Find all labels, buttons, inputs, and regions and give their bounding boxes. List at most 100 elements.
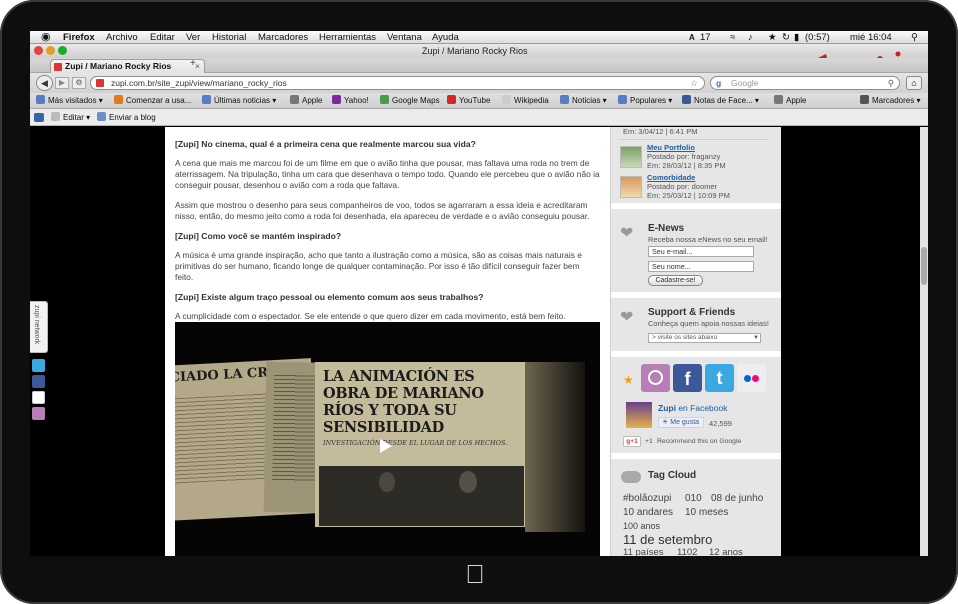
- minimize-window-button[interactable]: [46, 46, 55, 55]
- fb-page-name[interactable]: Zupi: [658, 403, 676, 413]
- friends-select[interactable]: > visite os sites abaixo ▼: [648, 333, 761, 343]
- new-tab-button[interactable]: +: [190, 58, 196, 69]
- clock[interactable]: mié 16:04: [850, 31, 892, 44]
- menu-app-name[interactable]: Firefox: [63, 31, 95, 44]
- edit-button[interactable]: Editar ▾: [51, 109, 90, 126]
- twitter-big-icon[interactable]: t: [705, 364, 734, 392]
- bookmark-notas-facebook[interactable]: Notas de Face... ▾: [682, 93, 759, 109]
- heart-icon: ❤: [620, 309, 634, 326]
- newspaper-subhead: INVESTIGACIÓN DESDE EL LUGAR DE LOS HECH…: [323, 439, 508, 447]
- subscribe-button[interactable]: Cadastre-se!: [648, 275, 703, 286]
- avatar[interactable]: [620, 176, 642, 198]
- menu-marcadores[interactable]: Marcadores: [258, 31, 308, 44]
- tag-link[interactable]: 010: [685, 493, 702, 504]
- twitter-icon[interactable]: [32, 359, 45, 372]
- zupi-network-tab[interactable]: zupi network: [30, 301, 48, 353]
- battery-icon[interactable]: ▮: [794, 31, 799, 44]
- bookmark-comenzar[interactable]: Comenzar a usa...: [114, 93, 191, 109]
- close-window-button[interactable]: [34, 46, 43, 55]
- bookmarks-menu[interactable]: Marcadores ▾: [860, 93, 921, 109]
- fb-en-facebook[interactable]: en Facebook: [678, 403, 727, 413]
- tag-link[interactable]: 1102: [677, 547, 697, 556]
- bookmark-google-maps[interactable]: Google Maps: [380, 93, 440, 109]
- sync-icon[interactable]: ↻: [782, 31, 790, 44]
- bookmarks-icon: [860, 95, 869, 104]
- tab-label: Zupi / Mariano Rocky Rios: [65, 61, 172, 71]
- zoom-window-button[interactable]: [58, 46, 67, 55]
- flickr-icon[interactable]: [32, 391, 45, 404]
- tab-bar: Zupi / Mariano Rocky Rios × +: [30, 58, 928, 73]
- scrollbar-thumb[interactable]: [921, 247, 927, 285]
- forward-button[interactable]: ▶: [55, 77, 69, 89]
- bluetooth-icon[interactable]: ★: [768, 31, 777, 44]
- flickr-big-icon[interactable]: [737, 364, 766, 392]
- menu-archivo[interactable]: Archivo: [106, 31, 138, 44]
- facebook-icon[interactable]: [32, 375, 45, 388]
- sidebar: Em: 3/04/12 | 6:41 PM Meu Portfolio Post…: [610, 127, 782, 556]
- bookmark-mas-visitados[interactable]: Más visitados ▾: [36, 93, 103, 109]
- rss-icon: [682, 95, 691, 104]
- bookmark-apple[interactable]: Apple: [290, 93, 322, 109]
- spotlight-icon[interactable]: ⚲: [911, 31, 918, 44]
- apple-menu-icon[interactable]: ◉: [41, 31, 51, 44]
- tag-link[interactable]: 12 anos: [709, 547, 743, 556]
- search-placeholder: Google: [731, 78, 759, 88]
- name-field[interactable]: Seu nome...: [648, 261, 754, 272]
- bookmark-populares[interactable]: Populares ▾: [618, 93, 672, 109]
- zupi-logo[interactable]: [626, 402, 652, 428]
- url-bar[interactable]: zupi.com.br/site_zupi/view/mariano_rocky…: [90, 76, 705, 90]
- tag-link[interactable]: 10 meses: [685, 507, 728, 518]
- menu-ventana[interactable]: Ventana: [387, 31, 422, 44]
- bookmark-noticias[interactable]: Noticias ▾: [560, 93, 607, 109]
- battery-time[interactable]: (0:57): [805, 31, 830, 44]
- tab-zupi[interactable]: Zupi / Mariano Rocky Rios ×: [50, 59, 205, 73]
- comment-2-title[interactable]: Comorbidade: [647, 173, 730, 182]
- status-badge[interactable]: 17: [700, 31, 711, 44]
- bookmark-yahoo[interactable]: Yahoo!: [332, 93, 369, 109]
- tag-link[interactable]: 11 de setembro: [623, 532, 712, 547]
- bookmark-apple-2[interactable]: Apple: [774, 93, 806, 109]
- menu-ayuda[interactable]: Ayuda: [432, 31, 459, 44]
- wifi-icon[interactable]: ≈: [730, 31, 735, 44]
- send-to-blog-button[interactable]: Enviar a blog: [97, 109, 156, 126]
- search-icon[interactable]: ⚲: [888, 77, 894, 89]
- menu-ver[interactable]: Ver: [186, 31, 200, 44]
- menu-editar[interactable]: Editar: [150, 31, 175, 44]
- tag-link[interactable]: 100 anos: [623, 521, 660, 531]
- screen: ◉ Firefox Archivo Editar Ver Historial M…: [30, 31, 928, 556]
- flickr-dot-pink: [752, 375, 759, 382]
- home-button[interactable]: ⌂: [906, 76, 922, 90]
- volume-icon[interactable]: ♪: [748, 31, 753, 44]
- avatar[interactable]: [620, 146, 642, 168]
- firefox-icon: [114, 95, 123, 104]
- bookmark-wikipedia[interactable]: Wikipedia: [502, 93, 549, 109]
- send-icon: [97, 112, 106, 121]
- back-button[interactable]: ◀: [36, 75, 53, 91]
- menu-herramientas[interactable]: Herramientas: [319, 31, 376, 44]
- orkut-big-icon[interactable]: [641, 364, 670, 392]
- search-input[interactable]: g Google ⚲: [710, 76, 900, 90]
- star-icon: ★: [623, 373, 634, 387]
- google-plus-one-button[interactable]: g+1: [623, 436, 641, 447]
- orkut-ring: [648, 370, 663, 385]
- play-icon[interactable]: [380, 439, 392, 453]
- identity-icon[interactable]: ⚙: [72, 77, 86, 89]
- tag-link[interactable]: 10 andares: [623, 507, 673, 518]
- adobe-icon[interactable]: A: [689, 31, 695, 44]
- tag-link[interactable]: 08 de junho: [711, 493, 763, 504]
- comment-1-title[interactable]: Meu Portfolio: [647, 143, 726, 152]
- bookmark-ultimas-noticias[interactable]: Últimas noticias ▾: [202, 93, 276, 109]
- tag-link[interactable]: 11 países: [623, 547, 664, 556]
- orkut-icon[interactable]: [32, 407, 45, 420]
- video-player[interactable]: CIADO LA CRISIS LA ANIMACIÓN ES OBRA DE …: [175, 322, 600, 556]
- bookmark-youtube[interactable]: YouTube: [447, 93, 490, 109]
- fb-like-button[interactable]: ☀ Me gusta: [658, 417, 704, 428]
- facebook-big-icon[interactable]: f: [673, 364, 702, 392]
- vertical-scrollbar[interactable]: [920, 127, 928, 556]
- bookmark-star-icon[interactable]: ☆: [690, 77, 698, 89]
- menu-historial[interactable]: Historial: [212, 31, 246, 44]
- comment-2: Comorbidade Postado por: doomer Em: 25/0…: [647, 173, 730, 200]
- tag-link[interactable]: #bolãozupi: [623, 493, 671, 504]
- addon-icon[interactable]: [34, 113, 44, 122]
- email-field[interactable]: Seu e-mail...: [648, 246, 754, 257]
